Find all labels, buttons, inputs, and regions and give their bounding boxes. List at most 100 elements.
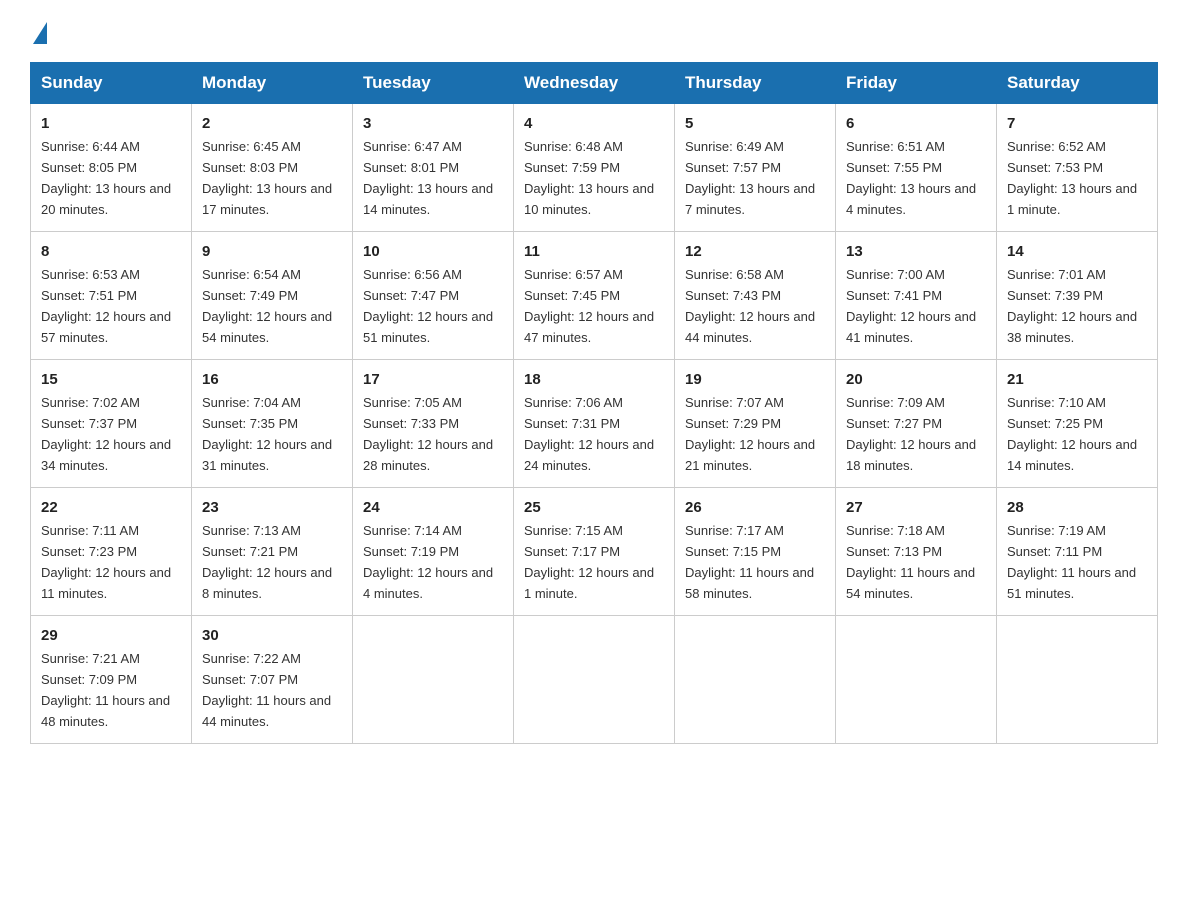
day-number: 8 bbox=[41, 240, 181, 263]
calendar-week-row: 8 Sunrise: 6:53 AMSunset: 7:51 PMDaylight… bbox=[31, 231, 1158, 359]
day-info: Sunrise: 7:00 AMSunset: 7:41 PMDaylight:… bbox=[846, 267, 976, 345]
calendar-cell: 19Sunrise: 7:07 AMSunset: 7:29 PMDayligh… bbox=[675, 359, 836, 487]
day-number: 24 bbox=[363, 496, 503, 519]
day-info: Sunrise: 6:48 AMSunset: 7:59 PMDaylight:… bbox=[524, 139, 654, 217]
logo bbox=[30, 20, 47, 44]
day-info: Sunrise: 7:05 AMSunset: 7:33 PMDaylight:… bbox=[363, 395, 493, 473]
calendar-table: Sunday Monday Tuesday Wednesday Thursday… bbox=[30, 62, 1158, 744]
calendar-week-row: 22Sunrise: 7:11 AMSunset: 7:23 PMDayligh… bbox=[31, 487, 1158, 615]
calendar-cell: 4 Sunrise: 6:48 AMSunset: 7:59 PMDaylight… bbox=[514, 104, 675, 232]
day-number: 4 bbox=[524, 112, 664, 135]
day-number: 13 bbox=[846, 240, 986, 263]
day-number: 12 bbox=[685, 240, 825, 263]
day-number: 5 bbox=[685, 112, 825, 135]
day-number: 27 bbox=[846, 496, 986, 519]
day-number: 18 bbox=[524, 368, 664, 391]
day-info: Sunrise: 6:44 AMSunset: 8:05 PMDaylight:… bbox=[41, 139, 171, 217]
day-number: 25 bbox=[524, 496, 664, 519]
calendar-cell: 24 Sunrise: 7:14 AMSunset: 7:19 PMDayligh… bbox=[353, 487, 514, 615]
day-number: 19 bbox=[685, 368, 825, 391]
calendar-week-row: 29 Sunrise: 7:21 AMSunset: 7:09 PMDayligh… bbox=[31, 615, 1158, 743]
calendar-cell bbox=[997, 615, 1158, 743]
col-thursday: Thursday bbox=[675, 63, 836, 104]
day-info: Sunrise: 6:56 AMSunset: 7:47 PMDaylight:… bbox=[363, 267, 493, 345]
calendar-cell: 26 Sunrise: 7:17 AMSunset: 7:15 PMDayligh… bbox=[675, 487, 836, 615]
col-wednesday: Wednesday bbox=[514, 63, 675, 104]
calendar-cell: 21 Sunrise: 7:10 AMSunset: 7:25 PMDayligh… bbox=[997, 359, 1158, 487]
day-number: 28 bbox=[1007, 496, 1147, 519]
day-number: 17 bbox=[363, 368, 503, 391]
calendar-cell: 5 Sunrise: 6:49 AMSunset: 7:57 PMDaylight… bbox=[675, 104, 836, 232]
calendar-cell: 17 Sunrise: 7:05 AMSunset: 7:33 PMDayligh… bbox=[353, 359, 514, 487]
col-friday: Friday bbox=[836, 63, 997, 104]
day-info: Sunrise: 6:45 AMSunset: 8:03 PMDaylight:… bbox=[202, 139, 332, 217]
calendar-cell: 28 Sunrise: 7:19 AMSunset: 7:11 PMDayligh… bbox=[997, 487, 1158, 615]
calendar-cell: 9 Sunrise: 6:54 AMSunset: 7:49 PMDaylight… bbox=[192, 231, 353, 359]
day-info: Sunrise: 7:19 AMSunset: 7:11 PMDaylight:… bbox=[1007, 523, 1136, 601]
day-info: Sunrise: 6:51 AMSunset: 7:55 PMDaylight:… bbox=[846, 139, 976, 217]
calendar-cell bbox=[514, 615, 675, 743]
calendar-cell: 12 Sunrise: 6:58 AMSunset: 7:43 PMDayligh… bbox=[675, 231, 836, 359]
calendar-cell: 25 Sunrise: 7:15 AMSunset: 7:17 PMDayligh… bbox=[514, 487, 675, 615]
day-number: 30 bbox=[202, 624, 342, 647]
day-info: Sunrise: 7:10 AMSunset: 7:25 PMDaylight:… bbox=[1007, 395, 1137, 473]
calendar-cell: 14Sunrise: 7:01 AMSunset: 7:39 PMDayligh… bbox=[997, 231, 1158, 359]
calendar-cell: 16Sunrise: 7:04 AMSunset: 7:35 PMDayligh… bbox=[192, 359, 353, 487]
calendar-week-row: 1Sunrise: 6:44 AMSunset: 8:05 PMDaylight… bbox=[31, 104, 1158, 232]
day-number: 15 bbox=[41, 368, 181, 391]
day-info: Sunrise: 7:06 AMSunset: 7:31 PMDaylight:… bbox=[524, 395, 654, 473]
calendar-cell: 30 Sunrise: 7:22 AMSunset: 7:07 PMDayligh… bbox=[192, 615, 353, 743]
calendar-cell: 11 Sunrise: 6:57 AMSunset: 7:45 PMDayligh… bbox=[514, 231, 675, 359]
day-number: 7 bbox=[1007, 112, 1147, 135]
calendar-cell: 13 Sunrise: 7:00 AMSunset: 7:41 PMDayligh… bbox=[836, 231, 997, 359]
day-number: 2 bbox=[202, 112, 342, 135]
day-info: Sunrise: 6:52 AMSunset: 7:53 PMDaylight:… bbox=[1007, 139, 1137, 217]
calendar-cell: 3Sunrise: 6:47 AMSunset: 8:01 PMDaylight… bbox=[353, 104, 514, 232]
day-info: Sunrise: 7:17 AMSunset: 7:15 PMDaylight:… bbox=[685, 523, 814, 601]
day-info: Sunrise: 7:14 AMSunset: 7:19 PMDaylight:… bbox=[363, 523, 493, 601]
day-info: Sunrise: 7:01 AMSunset: 7:39 PMDaylight:… bbox=[1007, 267, 1137, 345]
calendar-cell: 20 Sunrise: 7:09 AMSunset: 7:27 PMDayligh… bbox=[836, 359, 997, 487]
day-info: Sunrise: 6:49 AMSunset: 7:57 PMDaylight:… bbox=[685, 139, 815, 217]
day-number: 26 bbox=[685, 496, 825, 519]
calendar-cell: 2 Sunrise: 6:45 AMSunset: 8:03 PMDaylight… bbox=[192, 104, 353, 232]
day-number: 29 bbox=[41, 624, 181, 647]
calendar-cell bbox=[353, 615, 514, 743]
day-number: 22 bbox=[41, 496, 181, 519]
col-saturday: Saturday bbox=[997, 63, 1158, 104]
calendar-cell bbox=[675, 615, 836, 743]
day-info: Sunrise: 7:15 AMSunset: 7:17 PMDaylight:… bbox=[524, 523, 654, 601]
day-info: Sunrise: 7:21 AMSunset: 7:09 PMDaylight:… bbox=[41, 651, 170, 729]
day-number: 20 bbox=[846, 368, 986, 391]
day-info: Sunrise: 7:22 AMSunset: 7:07 PMDaylight:… bbox=[202, 651, 331, 729]
calendar-cell: 27Sunrise: 7:18 AMSunset: 7:13 PMDayligh… bbox=[836, 487, 997, 615]
day-info: Sunrise: 7:13 AMSunset: 7:21 PMDaylight:… bbox=[202, 523, 332, 601]
day-info: Sunrise: 6:54 AMSunset: 7:49 PMDaylight:… bbox=[202, 267, 332, 345]
day-number: 9 bbox=[202, 240, 342, 263]
calendar-cell: 8 Sunrise: 6:53 AMSunset: 7:51 PMDaylight… bbox=[31, 231, 192, 359]
calendar-cell: 18 Sunrise: 7:06 AMSunset: 7:31 PMDayligh… bbox=[514, 359, 675, 487]
col-tuesday: Tuesday bbox=[353, 63, 514, 104]
day-info: Sunrise: 6:53 AMSunset: 7:51 PMDaylight:… bbox=[41, 267, 171, 345]
header bbox=[30, 20, 1158, 44]
col-monday: Monday bbox=[192, 63, 353, 104]
day-info: Sunrise: 7:02 AMSunset: 7:37 PMDaylight:… bbox=[41, 395, 171, 473]
day-number: 3 bbox=[363, 112, 503, 135]
day-number: 10 bbox=[363, 240, 503, 263]
col-sunday: Sunday bbox=[31, 63, 192, 104]
calendar-cell: 6Sunrise: 6:51 AMSunset: 7:55 PMDaylight… bbox=[836, 104, 997, 232]
day-info: Sunrise: 7:09 AMSunset: 7:27 PMDaylight:… bbox=[846, 395, 976, 473]
day-number: 21 bbox=[1007, 368, 1147, 391]
calendar-cell: 7 Sunrise: 6:52 AMSunset: 7:53 PMDaylight… bbox=[997, 104, 1158, 232]
logo-triangle-icon bbox=[33, 22, 47, 44]
calendar-header-row: Sunday Monday Tuesday Wednesday Thursday… bbox=[31, 63, 1158, 104]
day-number: 11 bbox=[524, 240, 664, 263]
calendar-cell: 22Sunrise: 7:11 AMSunset: 7:23 PMDayligh… bbox=[31, 487, 192, 615]
day-info: Sunrise: 6:58 AMSunset: 7:43 PMDaylight:… bbox=[685, 267, 815, 345]
day-number: 23 bbox=[202, 496, 342, 519]
calendar-cell bbox=[836, 615, 997, 743]
calendar-cell: 15 Sunrise: 7:02 AMSunset: 7:37 PMDayligh… bbox=[31, 359, 192, 487]
calendar-cell: 1Sunrise: 6:44 AMSunset: 8:05 PMDaylight… bbox=[31, 104, 192, 232]
calendar-cell: 10 Sunrise: 6:56 AMSunset: 7:47 PMDayligh… bbox=[353, 231, 514, 359]
day-info: Sunrise: 6:57 AMSunset: 7:45 PMDaylight:… bbox=[524, 267, 654, 345]
